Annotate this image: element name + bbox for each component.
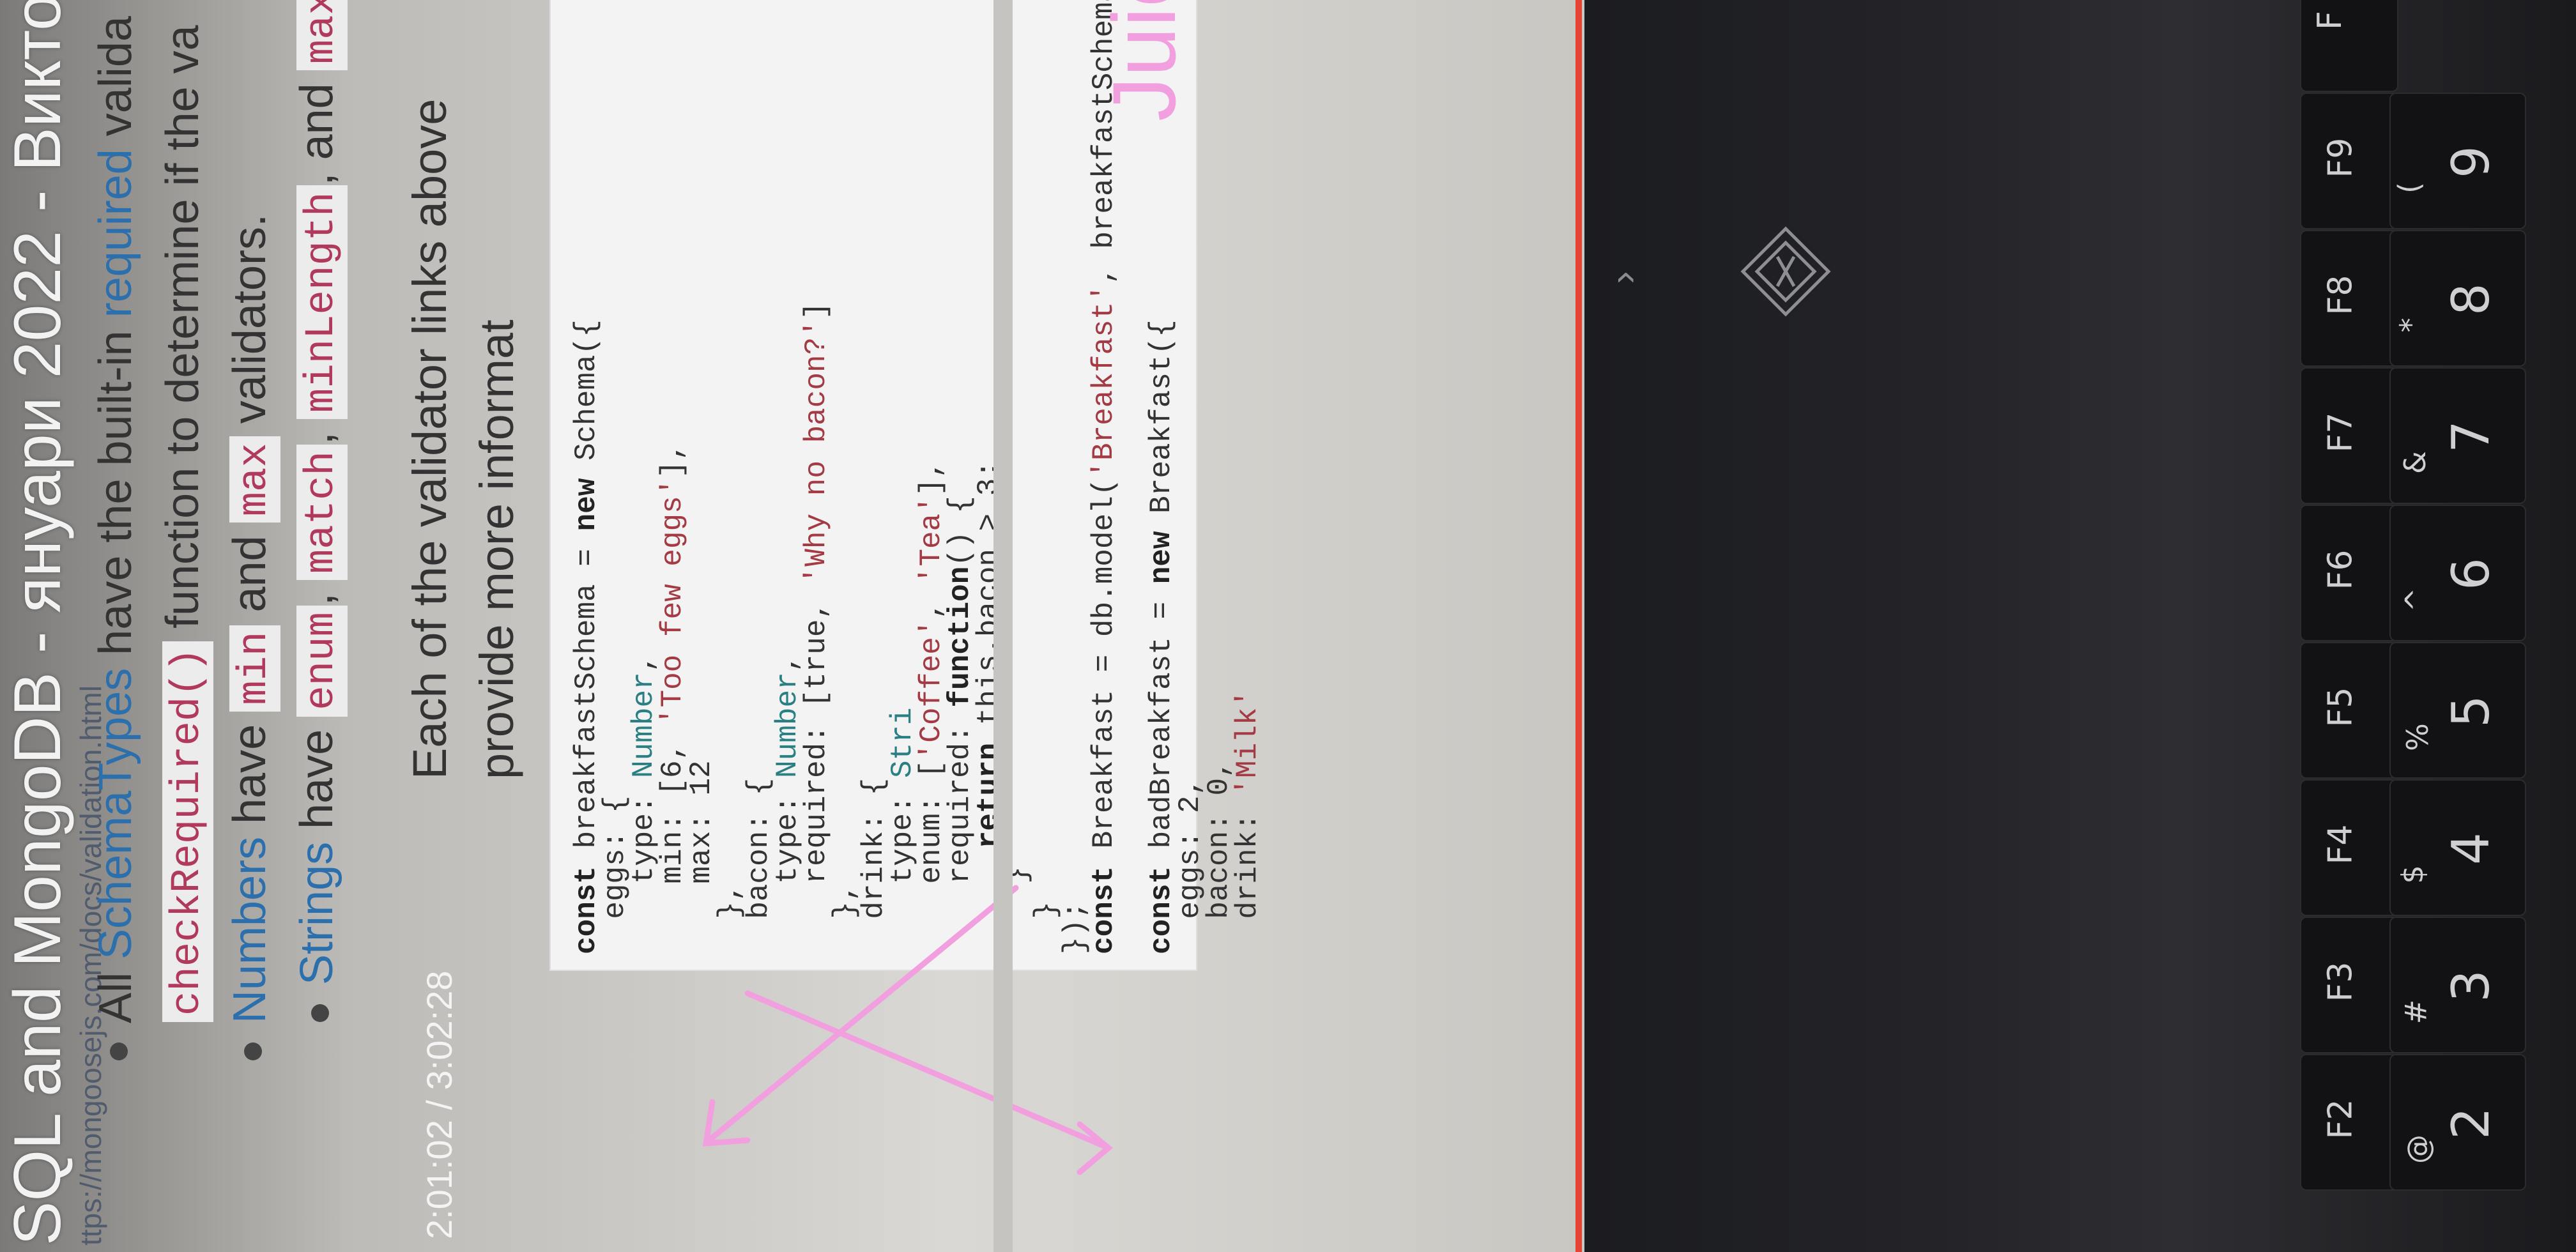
arrow-to-enum (744, 990, 1114, 1175)
key-f9[interactable]: F9 (2300, 93, 2398, 229)
key-f8[interactable]: F8 (2300, 230, 2398, 367)
chevron-icon: › (1601, 271, 1644, 284)
key-f[interactable]: F (2300, 0, 2398, 92)
key-5[interactable]: % 5 (2389, 642, 2526, 779)
key-label: F8 (2321, 275, 2360, 316)
key-main-label: 8 (2441, 283, 2501, 316)
key-shift-label: % (2400, 723, 2435, 751)
video-frame[interactable]: SQL and MongoDB - януари 2022 - Виктор К… (0, 0, 1584, 1252)
key-label: F6 (2321, 549, 2360, 590)
key-6[interactable]: ^ 6 (2389, 505, 2526, 641)
key-main-label: 9 (2441, 146, 2501, 178)
key-main-label: 5 (2441, 695, 2501, 728)
key-shift-label: & (2397, 451, 2432, 474)
video-progress-bar[interactable] (1575, 0, 1582, 1252)
key-9[interactable]: (9 (2389, 93, 2526, 229)
key-label: F5 (2321, 687, 2360, 728)
key-main-label: 6 (2441, 558, 2501, 590)
arrow-to-tea (702, 885, 1019, 1147)
key-main-label: 3 (2441, 970, 2501, 1002)
key-8[interactable]: * 8 (2389, 230, 2526, 367)
key-f2[interactable]: F2 (2300, 1054, 2398, 1191)
key-f6[interactable]: F6 (2300, 505, 2398, 641)
key-shift-label: ( (2391, 182, 2426, 194)
key-main-label: 7 (2441, 420, 2501, 453)
key-shift-label: ^ (2398, 587, 2434, 613)
key-label: F4 (2321, 824, 2360, 865)
key-f3[interactable]: F3 (2300, 917, 2398, 1053)
key-shift-label: @ (2401, 1134, 2435, 1164)
key-label: F2 (2321, 1099, 2360, 1140)
key-f5[interactable]: F5 (2300, 642, 2398, 779)
key-label: F3 (2321, 961, 2360, 1002)
key-4[interactable]: $4 (2389, 779, 2526, 916)
scrollbar[interactable] (993, 0, 1013, 1252)
key-f7[interactable]: F7 (2300, 367, 2398, 504)
key-main-label: 2 (2441, 1107, 2501, 1140)
key-3[interactable]: #3 (2389, 917, 2526, 1053)
key-2[interactable]: @2 (2389, 1054, 2526, 1191)
key-label: F7 (2321, 412, 2360, 453)
annotation-arrows (702, 885, 1114, 1175)
key-label: F (2310, 11, 2349, 30)
key-label: F9 (2321, 137, 2360, 178)
key-7[interactable]: & 7 (2389, 367, 2526, 504)
key-shift-label: * (2393, 317, 2428, 333)
key-shift-label: # (2398, 999, 2434, 1025)
key-main-label: 4 (2441, 832, 2501, 865)
hp-logo (1740, 226, 1831, 317)
key-f4[interactable]: F4 (2300, 779, 2398, 916)
key-shift-label: $ (2395, 865, 2430, 884)
